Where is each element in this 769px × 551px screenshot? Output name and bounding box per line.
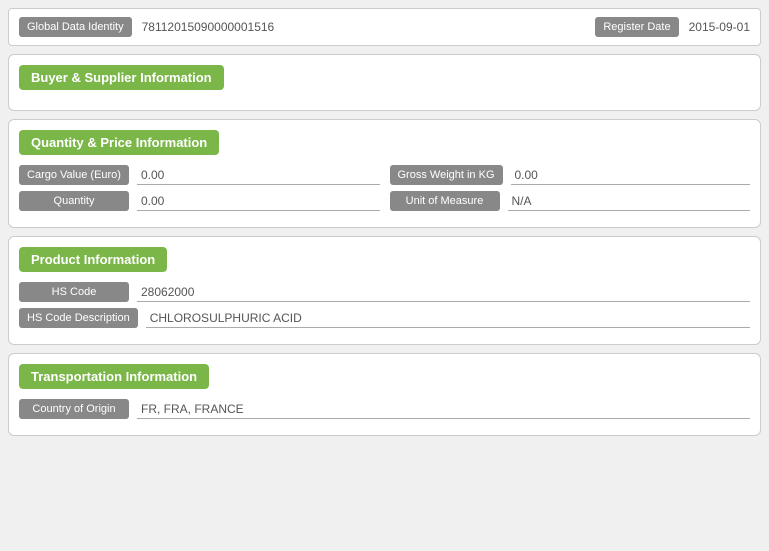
quantity-unit-row: Quantity 0.00 Unit of Measure N/A: [19, 191, 750, 211]
country-origin-row: Country of Origin FR, FRA, FRANCE: [19, 399, 750, 419]
cargo-value: 0.00: [137, 166, 380, 185]
transportation-title: Transportation Information: [19, 364, 209, 389]
hs-code-value: 28062000: [137, 283, 750, 302]
hs-desc-row: HS Code Description CHLOROSULPHURIC ACID: [19, 308, 750, 328]
hs-code-label: HS Code: [19, 282, 129, 302]
hs-desc-value: CHLOROSULPHURIC ACID: [146, 309, 750, 328]
unit-measure-label: Unit of Measure: [390, 191, 500, 211]
quantity-value: 0.00: [137, 192, 380, 211]
quantity-price-title: Quantity & Price Information: [19, 130, 219, 155]
gross-weight-value: 0.00: [511, 166, 751, 185]
gdi-value: 78112015090000001516: [142, 20, 586, 34]
register-date-label: Register Date: [595, 17, 678, 37]
buyer-supplier-title: Buyer & Supplier Information: [19, 65, 224, 90]
country-origin-label: Country of Origin: [19, 399, 129, 419]
cargo-value-label: Cargo Value (Euro): [19, 165, 129, 185]
header-bar: Global Data Identity 7811201509000000151…: [8, 8, 761, 46]
product-section: Product Information HS Code 28062000 HS …: [8, 236, 761, 345]
cargo-value-group: Cargo Value (Euro) 0.00: [19, 165, 380, 185]
transportation-section: Transportation Information Country of Or…: [8, 353, 761, 436]
buyer-supplier-section: Buyer & Supplier Information: [8, 54, 761, 111]
hs-code-row: HS Code 28062000: [19, 282, 750, 302]
quantity-label: Quantity: [19, 191, 129, 211]
unit-measure-value: N/A: [508, 192, 751, 211]
unit-measure-group: Unit of Measure N/A: [390, 191, 751, 211]
cargo-gross-row: Cargo Value (Euro) 0.00 Gross Weight in …: [19, 165, 750, 185]
hs-desc-label: HS Code Description: [19, 308, 138, 328]
register-date-value: 2015-09-01: [689, 20, 750, 34]
gdi-label: Global Data Identity: [19, 17, 132, 37]
gross-weight-label: Gross Weight in KG: [390, 165, 503, 185]
gross-weight-group: Gross Weight in KG 0.00: [390, 165, 751, 185]
quantity-price-section: Quantity & Price Information Cargo Value…: [8, 119, 761, 228]
country-origin-value: FR, FRA, FRANCE: [137, 400, 750, 419]
quantity-group: Quantity 0.00: [19, 191, 380, 211]
main-container: Global Data Identity 7811201509000000151…: [0, 0, 769, 452]
product-title: Product Information: [19, 247, 167, 272]
